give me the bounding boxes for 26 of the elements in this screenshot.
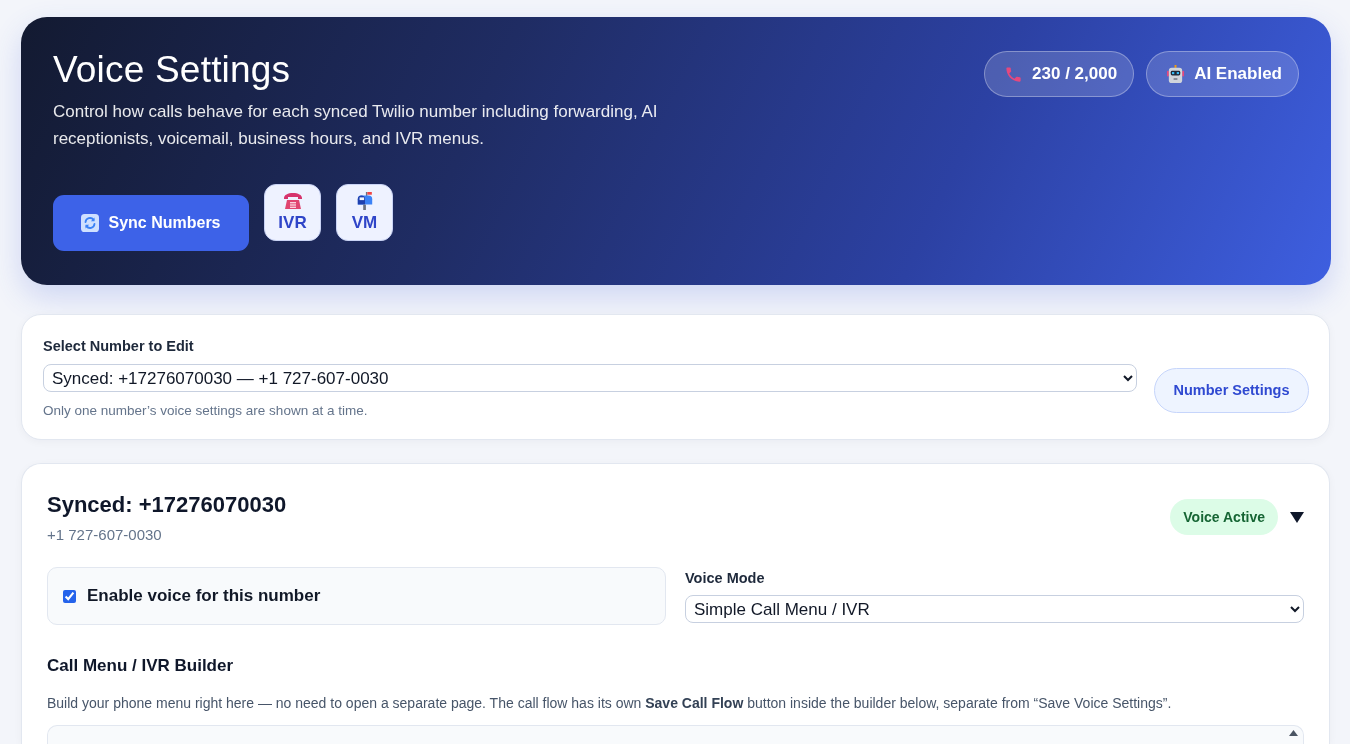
sync-numbers-button[interactable]: Sync Numbers bbox=[53, 195, 249, 251]
voice-mode-select[interactable]: Simple Call Menu / IVR bbox=[685, 595, 1304, 623]
number-select[interactable]: Synced: +17276070030 — +1 727-607-0030 bbox=[43, 364, 1137, 392]
collapse-caret-icon[interactable] bbox=[1290, 510, 1304, 524]
scroll-up-arrow-icon[interactable] bbox=[1289, 730, 1298, 736]
page-description: Control how calls behave for each synced Twilio number including forwarding, AI receptionists, voicemail, business hours, and IVR menus. bbox=[53, 101, 659, 150]
call-usage-pill: 230 / 2,000 bbox=[984, 51, 1135, 97]
telephone-icon bbox=[282, 192, 303, 210]
phone-icon bbox=[1004, 64, 1024, 84]
refresh-icon bbox=[81, 214, 100, 232]
section-description: Build your phone menu right here — no need to open a separate page. The call flow has its own Save Call Flow button inside the builder below, separate from “Save Voice Settings”. bbox=[47, 694, 1173, 713]
status-badge: Voice Active bbox=[1170, 499, 1278, 535]
section-title: Call Menu / IVR Builder bbox=[47, 655, 235, 677]
helper-text: Only one number’s voice settings are shown at a time. bbox=[43, 402, 369, 419]
shortcut-tile-button[interactable]: VM bbox=[336, 184, 393, 241]
field-label: Select Number to Edit bbox=[43, 337, 195, 355]
field-label: Voice Mode bbox=[685, 569, 766, 587]
ai-status-pill: AI Enabled bbox=[1146, 51, 1299, 97]
enable-voice-checkbox[interactable] bbox=[63, 589, 76, 603]
robot-icon bbox=[1166, 64, 1186, 84]
number-settings-button[interactable]: Number Settings bbox=[1154, 367, 1309, 413]
shortcut-tile-button[interactable]: IVR bbox=[264, 184, 321, 241]
page-title: Voice Settings bbox=[53, 48, 292, 92]
number-subtitle: +1 727-607-0030 bbox=[47, 525, 163, 545]
checkbox-label: Enable voice for this number bbox=[87, 586, 321, 606]
number-title: Synced: +17276070030 bbox=[47, 491, 287, 519]
